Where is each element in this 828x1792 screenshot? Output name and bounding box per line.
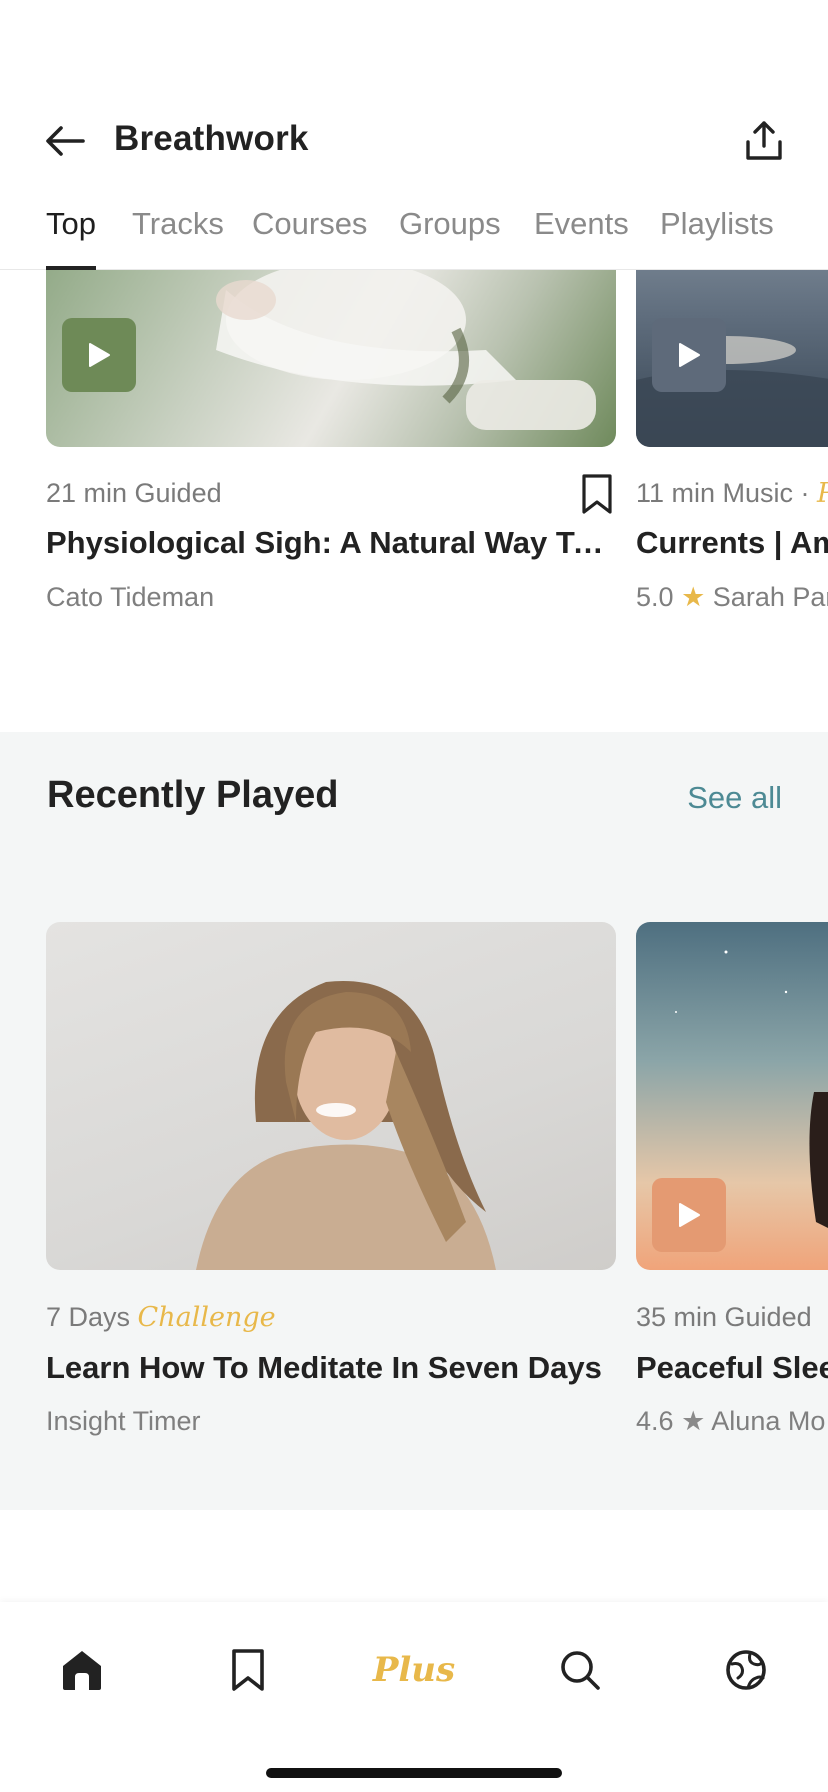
track-author[interactable]: Aluna Mo [711,1406,825,1436]
track-thumbnail[interactable] [636,922,828,1270]
nav-search[interactable] [545,1640,615,1700]
track-card[interactable]: 21 min Guided Physiological Sigh: A Natu… [46,270,616,630]
star-icon: ★ [681,582,706,612]
tab-bar: Top Tracks Courses Groups Events Playlis… [0,196,828,270]
track-card[interactable]: 11 min Music · P Currents | Am 5.0 ★ Sar… [636,270,828,630]
back-button[interactable] [40,118,90,164]
course-title[interactable]: Learn How To Meditate In Seven Days [46,1350,616,1386]
nav-home[interactable] [47,1640,117,1700]
track-meta: 11 min Music · P [636,478,828,509]
track-meta-accent: P [817,478,828,509]
page-title: Breathwork [114,119,309,158]
top-tracks-carousel[interactable]: 21 min Guided Physiological Sigh: A Natu… [0,270,828,732]
track-author[interactable]: Cato Tideman [46,582,214,613]
play-icon [89,343,110,367]
track-meta: 21 min Guided [46,478,222,508]
tab-groups[interactable]: Groups [399,206,501,270]
play-button[interactable] [62,318,136,392]
globe-icon [726,1650,766,1690]
bookmark-icon [232,1649,264,1691]
bookmark-button[interactable] [580,473,614,515]
course-author[interactable]: Insight Timer [46,1406,201,1437]
nav-plus[interactable]: Plus [372,1640,456,1700]
rating-value: 5.0 [636,582,674,612]
track-rating-author: 5.0 ★ Sarah Par [636,582,828,613]
nav-community[interactable] [711,1640,781,1700]
top-app-bar: Breathwork Top Tracks Courses Groups Eve… [0,0,828,270]
home-indicator[interactable] [266,1768,562,1778]
track-meta: 35 min Guided [636,1302,812,1332]
track-title[interactable]: Physiological Sigh: A Natural Way To Re.… [46,525,616,561]
share-button[interactable] [736,114,792,168]
section-title: Recently Played [47,774,339,816]
plus-label: Plus [372,1650,456,1690]
search-icon [561,1651,600,1690]
bottom-navigation: Plus [0,1602,828,1792]
tab-events[interactable]: Events [534,206,629,270]
course-meta: 7 Days Challenge [46,1302,276,1333]
home-icon [63,1651,101,1690]
tab-tracks[interactable]: Tracks [132,206,224,270]
tab-courses[interactable]: Courses [252,206,367,270]
track-rating-author: 4.6 ★ Aluna Mo [636,1406,825,1437]
track-title[interactable]: Peaceful Sleep [636,1350,828,1386]
see-all-link[interactable]: See all [687,780,782,816]
course-thumbnail[interactable] [46,922,616,1270]
play-button[interactable] [652,318,726,392]
nav-saved[interactable] [213,1640,283,1700]
recent-card[interactable]: 35 min Guided Peaceful Sleep 4.6 ★ Aluna… [636,922,828,1462]
arrow-left-icon [46,126,85,156]
recent-card[interactable]: 7 Days Challenge Learn How To Meditate I… [46,922,616,1462]
course-meta-text: 7 Days [46,1302,138,1332]
recently-played-section: Recently Played See all 7 Days Challenge… [0,732,828,1510]
rating-value: 4.6 [636,1406,674,1436]
track-title[interactable]: Currents | Am [636,525,828,561]
tab-top[interactable]: Top [46,206,96,270]
play-icon [679,343,700,367]
star-icon: ★ [681,1406,706,1436]
tab-playlists[interactable]: Playlists [660,206,774,270]
play-icon [679,1203,700,1227]
share-icon [746,121,782,160]
track-meta-text: 11 min Music · [636,478,818,508]
track-thumbnail[interactable] [636,270,828,447]
play-button[interactable] [652,1178,726,1252]
track-thumbnail[interactable] [46,270,616,447]
bookmark-icon [582,474,612,514]
thumbnail-image [196,981,496,1270]
track-author[interactable]: Sarah Par [713,582,828,612]
course-meta-accent: Challenge [137,1302,276,1333]
